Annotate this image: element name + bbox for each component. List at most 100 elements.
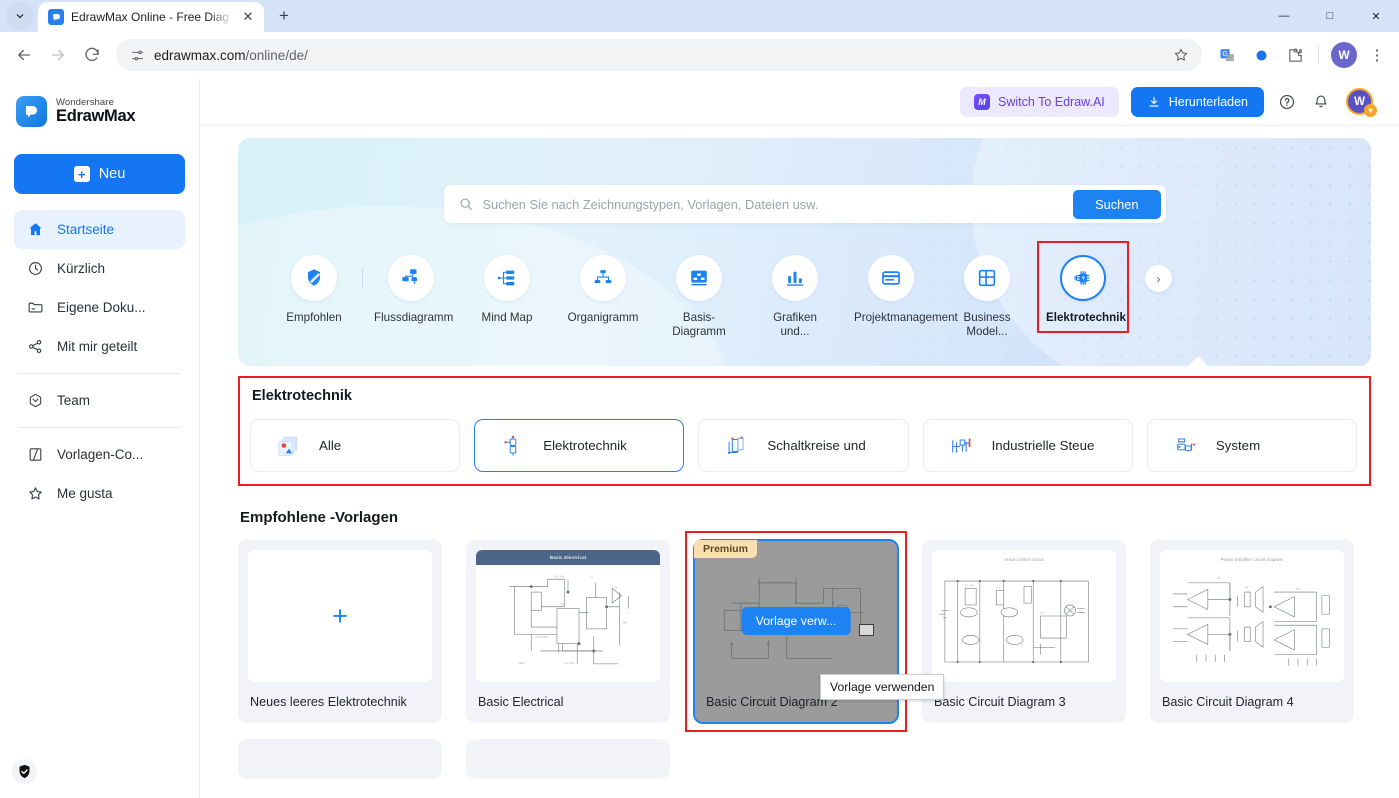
home-icon <box>26 221 44 239</box>
category-label: Empfohlen <box>286 311 342 324</box>
category-label: Projektmanagement <box>854 311 958 324</box>
chrome-menu-icon[interactable]: ⋮ <box>1363 40 1391 70</box>
template-card-basic-circuit-diagram-2[interactable]: Premium Vorlage verw... Basic Circuit Di… <box>685 531 945 732</box>
subcategory-section: Elektrotechnik Alle Elektrotechnik Schal… <box>238 376 1371 486</box>
hero-banner: Suchen Empfohlen <box>238 138 1371 366</box>
sidebar-nav: Startseite Kürzlich Eigene Doku... Mit m… <box>14 210 185 513</box>
address-bar[interactable]: edrawmax.com/online/de/ <box>116 39 1202 71</box>
sidebar-item-eigene-dokumente[interactable]: Eigene Doku... <box>14 288 185 327</box>
svg-text:K1: K1 <box>1041 611 1045 615</box>
security-shield-icon[interactable] <box>12 759 37 784</box>
search-box[interactable]: Suchen <box>443 185 1166 223</box>
template-thumbnail: Power amplifier circuit diagram C1 R5 R9 <box>1160 550 1344 682</box>
bell-icon[interactable] <box>1310 91 1332 113</box>
sidebar-label: Kürzlich <box>57 261 106 276</box>
sidebar-item-startseite[interactable]: Startseite <box>14 210 185 249</box>
category-elektrotechnik[interactable]: Elektrotechnik <box>1035 241 1131 334</box>
template-card-basic-circuit-diagram-4[interactable]: Power amplifier circuit diagram C1 R5 R9… <box>1150 540 1354 723</box>
subcategory-elektrotechnik[interactable]: Elektrotechnik <box>474 419 685 472</box>
recommended-icon <box>291 255 337 301</box>
team-icon <box>26 392 44 410</box>
template-card-basic-circuit-diagram-3[interactable]: Voice control circuit R1 10k C1 K1 Basic… <box>922 540 1126 723</box>
template-card-basic-electrical[interactable]: Basic Electrical R1 10k C2 U1 LM358 Q1 D… <box>466 540 670 723</box>
category-organigramm[interactable]: Organigramm <box>555 249 651 325</box>
subcategory-label: Schaltkreise und <box>767 438 866 453</box>
close-icon[interactable]: ✕ <box>240 9 256 25</box>
circuits-icon <box>723 432 751 460</box>
category-mind-map[interactable]: Mind Map <box>459 249 555 325</box>
subcategory-row: Alle Elektrotechnik Schaltkreise und Ind… <box>250 419 1358 472</box>
thumbnail-tool-icon <box>859 623 874 636</box>
search-button[interactable]: Suchen <box>1073 189 1161 219</box>
category-label: Elektrotechnik <box>1046 311 1126 324</box>
category-projektmanagement[interactable]: Projektmanagement <box>843 249 958 325</box>
template-card-blank[interactable]: + Neues leeres Elektrotechnik <box>238 540 442 723</box>
download-button[interactable]: Herunterladen <box>1130 86 1264 117</box>
plus-icon: + <box>332 600 348 631</box>
sidebar-item-mit-mir-geteilt[interactable]: Mit mir geteilt <box>14 327 185 366</box>
question-circle-icon[interactable] <box>1276 91 1298 113</box>
minimize-icon[interactable]: — <box>1261 0 1307 32</box>
subcategory-label: Industrielle Steue <box>991 438 1095 453</box>
category-flussdiagramm[interactable]: Flussdiagramm <box>363 249 459 325</box>
category-next-arrow-button[interactable]: › <box>1145 265 1172 292</box>
star-icon <box>26 485 44 503</box>
svg-text:R1 10k: R1 10k <box>965 584 974 588</box>
subcategory-system[interactable]: System <box>1146 419 1358 472</box>
templates-grid-row-2 <box>238 739 1371 779</box>
brand-edrawmax: EdrawMax <box>56 106 136 125</box>
category-grafiken[interactable]: Grafiken und... <box>747 249 843 339</box>
toolbar-divider <box>1318 46 1319 64</box>
subcategory-schaltkreise[interactable]: Schaltkreise und <box>698 419 909 472</box>
system-icon <box>1172 432 1200 460</box>
browser-tab-title: EdrawMax Online - Free Diag <box>71 10 230 24</box>
template-thumbnail: Voice control circuit R1 10k C1 K1 <box>932 550 1116 682</box>
category-business-model[interactable]: Business Model... <box>939 249 1035 339</box>
site-settings-icon[interactable] <box>128 46 146 64</box>
sidebar-item-team[interactable]: Team <box>14 381 185 420</box>
svg-text:R8: R8 <box>623 620 627 624</box>
download-label: Herunterladen <box>1168 94 1248 109</box>
sidebar-label: Eigene Doku... <box>57 300 146 315</box>
template-card-partial[interactable] <box>466 739 670 779</box>
forward-icon[interactable] <box>42 39 74 71</box>
subcategory-industrielle-steuerung[interactable]: Industrielle Steue <box>922 419 1133 472</box>
search-icon <box>458 196 474 212</box>
new-document-button[interactable]: + Neu <box>14 154 185 194</box>
template-name: Basic Circuit Diagram 3 <box>934 695 1066 709</box>
template-name: Neues leeres Elektrotechnik <box>250 695 407 709</box>
blue-dot-extension-icon[interactable] <box>1246 40 1276 70</box>
browser-profile-avatar[interactable]: W <box>1331 42 1357 68</box>
template-name: Basic Circuit Diagram 4 <box>1162 695 1294 709</box>
bookmark-star-icon[interactable] <box>1166 40 1196 70</box>
category-empfohlen[interactable]: Empfohlen <box>266 249 362 325</box>
search-input[interactable] <box>482 196 1074 212</box>
reload-icon[interactable] <box>76 39 108 71</box>
charts-icon <box>772 255 818 301</box>
svg-text:R5: R5 <box>1245 585 1249 589</box>
sidebar-item-vorlagen-community[interactable]: Vorlagen-Co... <box>14 435 185 474</box>
category-label: Grafiken und... <box>773 311 817 339</box>
template-thumbnail: Vorlage verw... <box>704 550 888 682</box>
translate-icon[interactable]: G <box>1212 40 1242 70</box>
sidebar-item-me-gusta[interactable]: Me gusta <box>14 474 185 513</box>
edraw-ai-icon: M <box>974 93 991 110</box>
sidebar-label: Startseite <box>57 222 115 237</box>
window-controls: — □ ✕ <box>1261 0 1399 32</box>
sidebar-item-kuerzlich[interactable]: Kürzlich <box>14 249 185 288</box>
category-basis-diagramm[interactable]: Basis-Diagramm <box>651 249 747 339</box>
browser-tab[interactable]: EdrawMax Online - Free Diag ✕ <box>38 2 264 32</box>
user-avatar[interactable]: W ♥ <box>1346 88 1377 117</box>
tab-search-button[interactable] <box>6 2 34 30</box>
extensions-puzzle-icon[interactable] <box>1280 40 1310 70</box>
use-template-button[interactable]: Vorlage verw... <box>741 607 851 636</box>
switch-to-edraw-ai-button[interactable]: M Switch To Edraw.AI <box>960 86 1119 117</box>
hero-selection-notch <box>1187 356 1209 366</box>
svg-text:C4 10uF: C4 10uF <box>564 661 575 665</box>
window-close-icon[interactable]: ✕ <box>1353 0 1399 32</box>
back-icon[interactable] <box>8 39 40 71</box>
maximize-icon[interactable]: □ <box>1307 0 1353 32</box>
subcategory-alle[interactable]: Alle <box>250 419 461 472</box>
template-card-partial[interactable] <box>238 739 442 779</box>
new-tab-button[interactable]: + <box>270 2 298 30</box>
